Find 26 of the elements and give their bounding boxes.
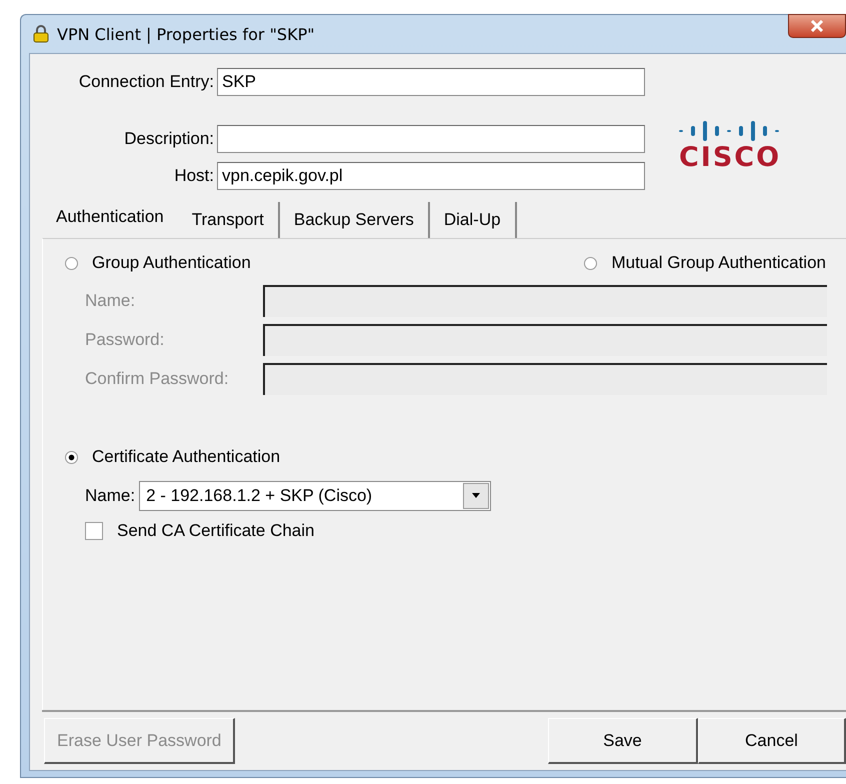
close-icon [810, 20, 824, 32]
certificate-dropdown[interactable]: 2 - 192.168.1.2 + SKP (Cisco) [139, 481, 492, 511]
field-label: Connection Entry: [78, 72, 214, 92]
field-label: Password: [85, 330, 166, 350]
radio-button[interactable] [584, 256, 598, 270]
input-field[interactable]: SKP [217, 68, 645, 96]
field-label: Confirm Password: [85, 369, 230, 389]
field-label: Host: [173, 166, 214, 186]
input-field[interactable]: vpn.cepik.gov.pl [217, 162, 645, 190]
radio-button[interactable] [65, 256, 78, 270]
close-button[interactable] [788, 14, 846, 38]
dialog-button[interactable]: Save [548, 718, 698, 764]
window-title: VPN Client | Properties for "SKP" [57, 24, 315, 44]
dialog-button[interactable]: Cancel [698, 718, 846, 764]
radio-button[interactable] [65, 450, 78, 464]
checkbox-label: Send CA Certificate Chain [117, 521, 314, 541]
cisco-logo: CISCO [675, 118, 785, 190]
checkbox[interactable] [85, 522, 103, 540]
radio-label: Certificate Authentication [92, 447, 280, 467]
radio-label: Mutual Group Authentication [611, 253, 826, 273]
field-label: Name: [85, 291, 136, 311]
field-label: Name: [85, 486, 136, 506]
input-field[interactable] [217, 125, 645, 153]
padlock-icon [33, 25, 49, 43]
radio-label: Group Authentication [92, 253, 251, 273]
field-label: Description: [123, 129, 214, 149]
